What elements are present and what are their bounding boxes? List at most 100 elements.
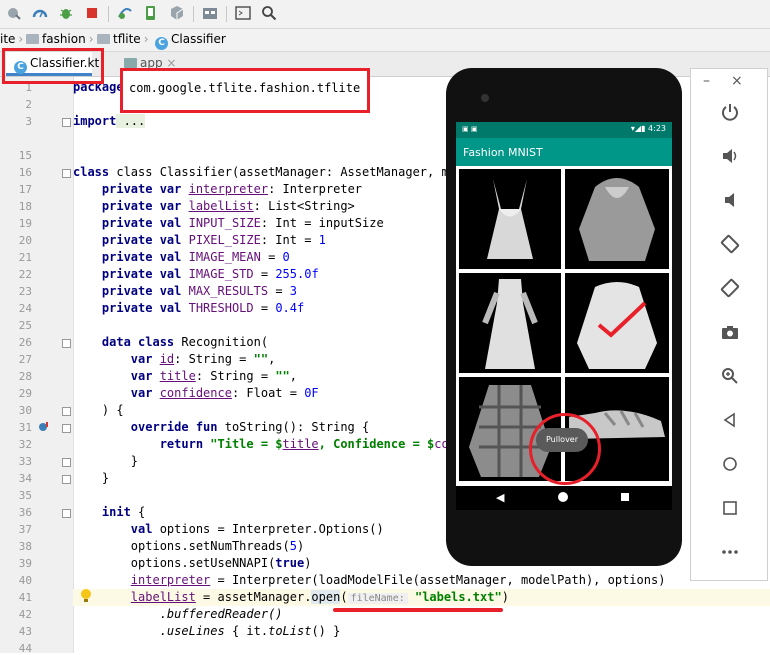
sdk-manager-icon[interactable] bbox=[169, 5, 185, 21]
profile-icon[interactable] bbox=[32, 5, 48, 21]
nav-home-icon[interactable] bbox=[558, 492, 568, 502]
breadcrumb-item-fashion[interactable]: fashion › bbox=[26, 32, 97, 46]
nav-back-icon[interactable]: ◀ bbox=[496, 491, 504, 504]
code-line: options.setNumThreads(5) bbox=[130, 539, 305, 553]
line-number: 37 bbox=[18, 523, 32, 536]
breadcrumb-item-root[interactable]: ite › bbox=[0, 32, 26, 46]
rotate-left-icon[interactable] bbox=[691, 234, 769, 264]
code-line: .bufferedReader() bbox=[159, 607, 283, 621]
fold-marker[interactable] bbox=[62, 509, 71, 518]
fold-marker[interactable] bbox=[62, 339, 71, 348]
line-number: 34 bbox=[18, 472, 32, 485]
code-line: private val PIXEL_SIZE: Int = 1 bbox=[101, 233, 326, 247]
code-line: private val IMAGE_STD = 255.0f bbox=[101, 267, 319, 281]
volume-up-icon[interactable] bbox=[691, 146, 769, 176]
back-icon[interactable] bbox=[691, 410, 769, 440]
code-line: class class Classifier(assetManager: Ass… bbox=[73, 165, 770, 179]
avd-manager-icon[interactable] bbox=[143, 5, 159, 21]
code-line: private var interpreter: Interpreter bbox=[101, 182, 363, 196]
highlight-circle bbox=[529, 413, 601, 485]
line-number: 21 bbox=[18, 251, 32, 264]
code-line: data class Recognition( bbox=[101, 335, 269, 349]
line-number: 33 bbox=[18, 455, 32, 468]
grid-cell-pullover[interactable] bbox=[565, 273, 669, 373]
lightbulb-icon[interactable] bbox=[80, 588, 92, 604]
line-number: 30 bbox=[18, 404, 32, 417]
breadcrumb-item-tflite[interactable]: tflite › bbox=[97, 32, 152, 46]
grid-cell-dress-top[interactable] bbox=[459, 169, 561, 269]
status-time: ▾◢▮ 4:23 bbox=[630, 124, 666, 133]
line-number: 29 bbox=[18, 387, 32, 400]
notification-icons: ▣ ▣ bbox=[462, 125, 478, 133]
overview-icon[interactable] bbox=[691, 498, 769, 528]
debug-icon[interactable] bbox=[58, 5, 74, 21]
line-number: 31 bbox=[18, 421, 32, 434]
line-number: 27 bbox=[18, 353, 32, 366]
power-icon[interactable] bbox=[691, 102, 769, 132]
fold-marker[interactable] bbox=[62, 424, 71, 433]
line-number: 25 bbox=[18, 319, 32, 332]
code-line: override fun toString(): String { bbox=[130, 420, 370, 434]
code-line: init { bbox=[101, 505, 146, 519]
volume-down-icon[interactable] bbox=[691, 190, 769, 220]
project-structure-icon[interactable] bbox=[202, 5, 218, 21]
code-line: val options = Interpreter.Options() bbox=[130, 522, 384, 536]
line-number: 18 bbox=[18, 200, 32, 213]
sync-gradle-icon[interactable] bbox=[117, 5, 133, 21]
code-line: interpreter = Interpreter(loadModelFile(… bbox=[130, 573, 666, 587]
code-line: .useLines { it.toList() } bbox=[159, 624, 341, 638]
line-number: 19 bbox=[18, 217, 32, 230]
attach-debugger-icon[interactable] bbox=[6, 5, 22, 21]
breadcrumb: ite › fashion › tflite › C Classifier bbox=[0, 29, 770, 52]
parameter-hint: fileName: bbox=[347, 593, 408, 604]
line-number: 41 bbox=[18, 591, 32, 604]
ide-toolbar bbox=[0, 0, 770, 29]
code-line: private var labelList: List<String> bbox=[101, 199, 355, 213]
line-number: 2 bbox=[25, 98, 32, 111]
module-icon bbox=[124, 58, 137, 68]
terminal-icon[interactable] bbox=[235, 5, 251, 21]
breadcrumb-item-classifier[interactable]: C Classifier bbox=[155, 32, 226, 50]
fold-marker[interactable] bbox=[62, 118, 71, 127]
code-line: private val MAX_RESULTS = 3 bbox=[101, 284, 298, 298]
grid-cell-dress[interactable] bbox=[459, 273, 561, 373]
minimize-icon[interactable]: – bbox=[703, 73, 710, 89]
stop-icon[interactable] bbox=[84, 5, 100, 21]
code-line: private val INPUT_SIZE: Int = inputSize bbox=[101, 216, 384, 230]
class-icon: C bbox=[155, 37, 168, 50]
home-icon[interactable] bbox=[691, 454, 769, 484]
zoom-icon[interactable] bbox=[691, 366, 769, 396]
fold-marker[interactable] bbox=[62, 169, 71, 178]
line-number: 26 bbox=[18, 336, 32, 349]
code-line: private val THRESHOLD = 0.4f bbox=[101, 301, 305, 315]
camera-lens-icon bbox=[481, 94, 489, 102]
search-icon[interactable] bbox=[261, 5, 277, 21]
highlight-package-box: com.google.tflite.fashion.tflite bbox=[120, 68, 370, 113]
line-number: 23 bbox=[18, 285, 32, 298]
grid-cell-hoodie[interactable] bbox=[565, 169, 669, 269]
close-icon[interactable]: × bbox=[731, 73, 743, 89]
code-line: private val IMAGE_MEAN = 0 bbox=[101, 250, 290, 264]
line-number: 32 bbox=[18, 438, 32, 451]
highlight-underline bbox=[333, 608, 503, 612]
nav-recents-icon[interactable] bbox=[621, 493, 629, 501]
override-marker-icon[interactable] bbox=[38, 421, 50, 433]
status-bar: ▣ ▣ ▾◢▮ 4:23 bbox=[456, 122, 672, 138]
line-number: 22 bbox=[18, 268, 32, 281]
line-number: 24 bbox=[18, 302, 32, 315]
fold-marker[interactable] bbox=[62, 475, 71, 484]
more-icon[interactable] bbox=[691, 542, 769, 572]
line-number: 36 bbox=[18, 506, 32, 519]
fold-marker[interactable] bbox=[62, 407, 71, 416]
code-line: import ... bbox=[73, 114, 146, 128]
folder-icon bbox=[26, 34, 39, 44]
line-number: 38 bbox=[18, 540, 32, 553]
line-number: 3 bbox=[25, 115, 32, 128]
code-line: ) { bbox=[101, 403, 124, 417]
code-line: var confidence: Float = 0F bbox=[130, 386, 319, 400]
rotate-right-icon[interactable] bbox=[691, 278, 769, 308]
fold-marker[interactable] bbox=[62, 458, 71, 467]
camera-icon[interactable] bbox=[691, 322, 769, 352]
code-line: var title: String = "", bbox=[130, 369, 297, 383]
line-number: 43 bbox=[18, 625, 32, 638]
